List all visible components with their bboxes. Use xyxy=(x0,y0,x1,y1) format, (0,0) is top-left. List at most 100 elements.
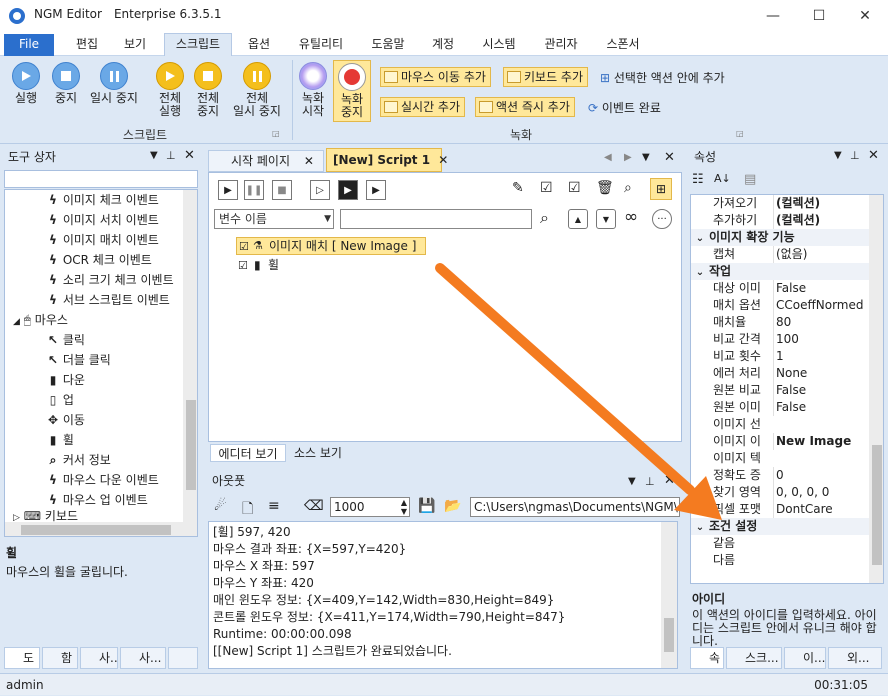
tree-item-click[interactable]: ↖ 클릭 xyxy=(5,330,85,350)
close-icon[interactable]: ✕ xyxy=(868,148,879,163)
step-into-icon[interactable]: ▶ xyxy=(338,180,358,200)
property-row[interactable]: 찾기 영역 0, 0, 0, 0 xyxy=(691,484,869,501)
tab-scripts[interactable]: 스크... xyxy=(726,647,782,669)
toolbox-search-input[interactable] xyxy=(4,170,198,188)
categorized-icon[interactable]: ☷ xyxy=(692,172,704,187)
property-row[interactable]: 캡쳐 (없음) xyxy=(691,246,869,263)
sort-az-icon[interactable]: A↓ xyxy=(714,172,731,185)
pin-icon[interactable]: ⊥ xyxy=(645,475,655,488)
step-over-icon[interactable]: ▶ xyxy=(366,180,386,200)
property-category[interactable]: ⌄ 작업 xyxy=(691,263,869,280)
pause-all-button[interactable]: 전체 일시 중지 xyxy=(228,62,286,118)
tab-sponsor[interactable]: 스폰서 xyxy=(596,36,650,56)
tab-scroll-left-icon[interactable]: ◀ xyxy=(604,152,612,163)
check-all-icon[interactable]: ☑ xyxy=(540,180,553,196)
tab-scroll-right-icon[interactable]: ▶ xyxy=(624,152,632,163)
property-value[interactable]: 80 xyxy=(773,314,869,331)
tab-notes[interactable] xyxy=(168,647,198,669)
stop-icon[interactable]: ■ xyxy=(272,180,292,200)
tree-item-up[interactable]: ▯ 업 xyxy=(5,390,74,410)
property-row[interactable]: 원본 비교 False xyxy=(691,382,869,399)
record-start-button[interactable]: 녹화 시작 xyxy=(296,62,330,118)
run-all-button[interactable]: 전체 실행 xyxy=(150,62,190,118)
add-in-selected-action-button[interactable]: ⊞ 선택한 액션 안에 추가 xyxy=(600,69,725,86)
pin-icon[interactable]: ⊥ xyxy=(166,149,176,162)
property-value[interactable]: False xyxy=(773,399,869,416)
expand-icon[interactable]: ▷ xyxy=(13,513,20,522)
property-row[interactable]: 정확도 증 0 xyxy=(691,467,869,484)
property-row[interactable]: 이미지 이 New Image xyxy=(691,433,869,450)
folder-icon[interactable]: 📂 xyxy=(444,498,461,514)
export-icon[interactable]: 🗋 xyxy=(242,498,253,522)
loop-icon[interactable]: ∞ xyxy=(624,207,638,227)
property-value[interactable]: 1 xyxy=(773,348,869,365)
property-row[interactable]: 추가하기 (컬렉션) xyxy=(691,212,869,229)
property-category[interactable]: ⌄ 조건 설정 xyxy=(691,518,869,535)
action-image-match[interactable]: ☑ ⚗ 이미지 매치 [ New Image ] xyxy=(236,237,426,255)
tree-view-icon[interactable]: ⊞ xyxy=(650,178,672,200)
property-row[interactable]: 다름 xyxy=(691,552,869,569)
property-value[interactable]: (없음) xyxy=(773,246,869,263)
tab-editor-view[interactable]: 에디터 보기 xyxy=(210,444,286,462)
tree-item-image-match[interactable]: ϟ 이미지 매치 이벤트 xyxy=(5,230,159,250)
tab-functions[interactable]: 함 xyxy=(42,647,78,669)
pause-button[interactable]: 일시 중지 xyxy=(86,62,142,105)
add-keyboard-button[interactable]: 키보드 추가 xyxy=(503,67,589,87)
property-row[interactable]: 에러 처리 None xyxy=(691,365,869,382)
event-complete-button[interactable]: ⟳ 이벤트 완료 xyxy=(588,99,661,116)
collapse-icon[interactable]: ⌄ xyxy=(691,230,709,247)
tree-item-cursor-info[interactable]: ⌕ 커서 정보 xyxy=(5,450,111,470)
property-value[interactable]: CCoeffNormed xyxy=(773,297,869,314)
delete-icon[interactable]: 🗑 xyxy=(596,180,614,196)
property-category[interactable]: ⌄ 이미지 확장 기능 xyxy=(691,229,869,246)
group-launcher-icon[interactable]: ◲ xyxy=(736,129,744,138)
tab-user-functions[interactable]: 사... xyxy=(120,647,166,669)
tree-item-wheel[interactable]: ▮ 휠 xyxy=(5,430,74,450)
property-row[interactable]: 이미지 텍 xyxy=(691,450,869,467)
properties-vscrollbar[interactable] xyxy=(869,195,883,583)
property-value[interactable]: 0 xyxy=(773,467,869,484)
tree-item-mouse-down-event[interactable]: ϟ 마우스 다운 이벤트 xyxy=(5,470,159,490)
search-icon[interactable]: ⌕ xyxy=(624,180,632,196)
tree-group-mouse[interactable]: ◢ 🖱 마우스 xyxy=(5,310,68,330)
variable-value-input[interactable] xyxy=(340,209,532,229)
close-button[interactable]: ✕ xyxy=(842,0,888,32)
run-button[interactable]: 실행 xyxy=(6,62,46,105)
property-pages-icon[interactable]: ▤ xyxy=(744,172,756,187)
collapse-icon[interactable]: ⌄ xyxy=(691,519,709,536)
save-icon[interactable]: 💾 xyxy=(418,498,435,514)
tab-source-view[interactable]: 소스 보기 xyxy=(288,444,348,462)
property-row[interactable]: 이미지 선 xyxy=(691,416,869,433)
add-action-now-button[interactable]: 액션 즉시 추가 xyxy=(475,97,575,117)
tree-item-ocr-check[interactable]: ϟ OCR 체크 이벤트 xyxy=(5,250,152,270)
check-icon[interactable]: ☑ xyxy=(568,180,581,196)
tree-item-image-check[interactable]: ϟ 이미지 체크 이벤트 xyxy=(5,190,159,210)
close-icon[interactable]: ✕ xyxy=(664,473,675,488)
tab-toolbox[interactable]: 도 xyxy=(4,647,40,669)
property-row[interactable]: 매치율 80 xyxy=(691,314,869,331)
more-icon[interactable]: ··· xyxy=(652,209,672,229)
tab-start-page[interactable]: 시작 페이지 ✕ xyxy=(208,150,324,172)
property-value[interactable]: False xyxy=(773,280,869,297)
close-icon[interactable]: ✕ xyxy=(184,148,195,163)
variable-name-select[interactable]: 변수 이름 ▼ xyxy=(214,209,334,229)
tree-item-subscript[interactable]: ϟ 서브 스크립트 이벤트 xyxy=(5,290,170,310)
property-row[interactable]: 픽셀 포맷 DontCare xyxy=(691,501,869,518)
toolbox-hscrollbar[interactable] xyxy=(5,522,197,536)
panel-menu-icon[interactable]: ▼ xyxy=(628,476,636,487)
play-icon[interactable]: ▶ xyxy=(218,180,238,200)
tab-script[interactable]: 스크립트 xyxy=(164,33,232,57)
close-icon[interactable]: ✕ xyxy=(664,150,675,165)
checkbox-checked[interactable]: ☑ xyxy=(238,258,248,274)
tree-item-mouse-up-event[interactable]: ϟ 마우스 업 이벤트 xyxy=(5,490,148,510)
property-value[interactable]: 0, 0, 0, 0 xyxy=(773,484,869,501)
list-icon[interactable]: ≡ xyxy=(268,498,280,514)
group-launcher-icon[interactable]: ◲ xyxy=(272,129,280,138)
property-row[interactable]: 가져오기 (컬렉션) xyxy=(691,195,869,212)
tree-item-down[interactable]: ▮ 다운 xyxy=(5,370,85,390)
panel-menu-icon[interactable]: ▼ xyxy=(834,150,842,161)
tab-edit[interactable]: 편집 xyxy=(66,36,108,56)
tab-view[interactable]: 보기 xyxy=(114,36,156,56)
move-up-icon[interactable]: ▲ xyxy=(568,209,588,229)
edit-list-icon[interactable]: ✎ xyxy=(512,180,524,196)
